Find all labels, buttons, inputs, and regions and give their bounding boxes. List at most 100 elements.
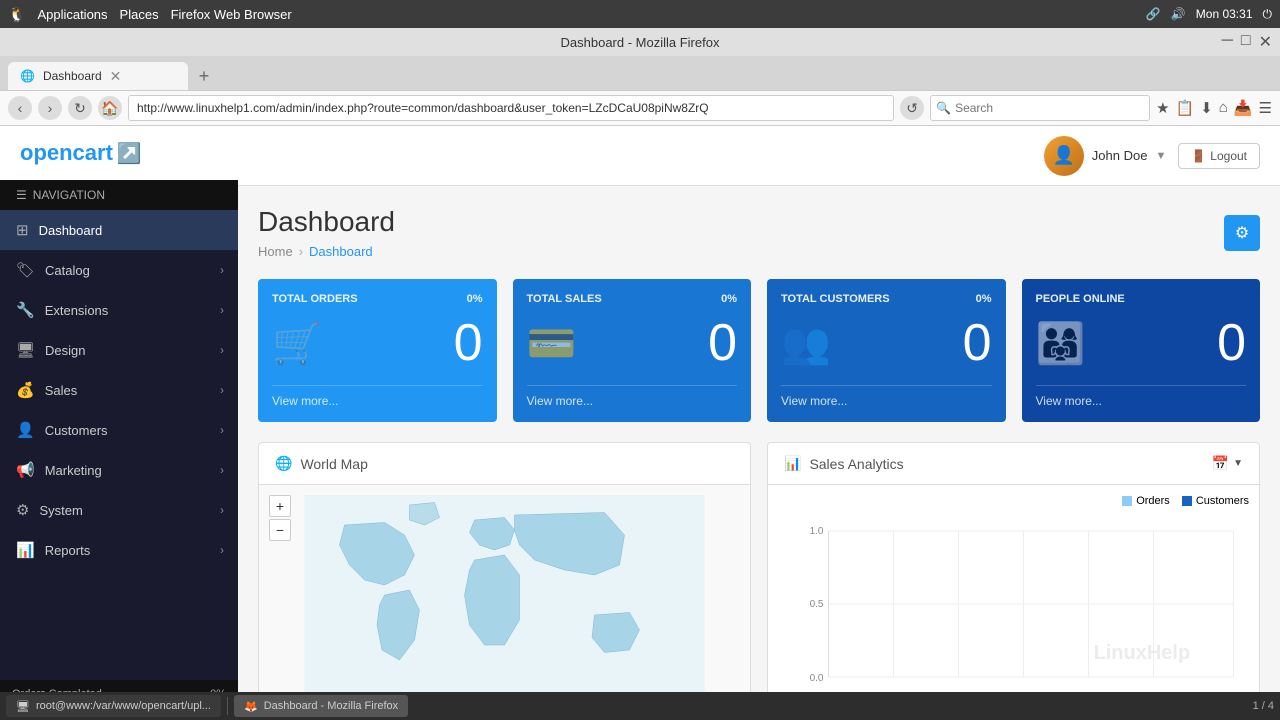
firefox-icon: 🦊 bbox=[244, 700, 258, 713]
reload-button[interactable]: ↺ bbox=[900, 96, 924, 120]
stat-card-total-orders-body: 🛒 0 bbox=[272, 313, 483, 373]
catalog-arrow-icon: › bbox=[220, 263, 224, 277]
stat-card-total-orders-header: TOTAL ORDERS 0% bbox=[272, 293, 483, 305]
sidebar-item-label-design: Design bbox=[45, 343, 85, 358]
world-map-svg bbox=[269, 495, 740, 695]
browser-tab-dashboard[interactable]: 🌐 Dashboard ✕ bbox=[8, 62, 188, 90]
breadcrumb-home[interactable]: Home bbox=[258, 244, 293, 259]
address-bar: ‹ › ↻ 🏠 ↺ 🔍 ★ 📋 ⬇ ⌂ 📥 ☰ bbox=[0, 90, 1280, 126]
people-online-icon: 👨‍👩‍👧 bbox=[1036, 320, 1086, 367]
legend-orders: Orders bbox=[1122, 495, 1170, 507]
customers-icon: 👤 bbox=[16, 421, 35, 439]
close-button[interactable]: ✕ bbox=[1259, 32, 1272, 52]
user-name: John Doe bbox=[1092, 148, 1148, 163]
sidebar-item-marketing[interactable]: 📢 Marketing › bbox=[0, 450, 238, 490]
total-customers-label: TOTAL CUSTOMERS bbox=[781, 293, 890, 305]
sidebar-logo: opencart ↗️ bbox=[0, 126, 238, 180]
chart-header-right: 📅 ▼ bbox=[1212, 455, 1243, 472]
page-title-section: Dashboard Home › Dashboard bbox=[258, 206, 411, 259]
tab-close-button[interactable]: ✕ bbox=[110, 68, 122, 85]
home-icon[interactable]: ⌂ bbox=[1219, 99, 1228, 117]
people-online-view-more[interactable]: View more... bbox=[1036, 385, 1247, 408]
cart-icon: 🛒 bbox=[272, 320, 322, 367]
os-logo-icon: 🐧 bbox=[8, 6, 25, 23]
sidebar-item-extensions[interactable]: 🔧 Extensions › bbox=[0, 290, 238, 330]
pocket-icon[interactable]: 📥 bbox=[1234, 99, 1253, 117]
back-button[interactable]: ‹ bbox=[8, 96, 32, 120]
new-tab-button[interactable]: + bbox=[190, 62, 218, 90]
sales-icon: 💰 bbox=[16, 381, 35, 399]
map-zoom-in-button[interactable]: + bbox=[269, 495, 291, 517]
svg-text:0.5: 0.5 bbox=[810, 599, 824, 610]
breadcrumb-current: Dashboard bbox=[309, 244, 373, 259]
card-icon: 💳 bbox=[527, 320, 577, 367]
maximize-button[interactable]: □ bbox=[1241, 32, 1251, 52]
breadcrumb-separator: › bbox=[299, 244, 303, 259]
logo-icon: ↗️ bbox=[117, 141, 142, 166]
tab-bar: 🌐 Dashboard ✕ + bbox=[0, 56, 1280, 90]
sidebar: opencart ↗️ ☰ NAVIGATION ⊞ Dashboard 🏷 C… bbox=[0, 126, 238, 720]
sidebar-item-sales[interactable]: 💰 Sales › bbox=[0, 370, 238, 410]
map-zoom-out-button[interactable]: − bbox=[269, 519, 291, 541]
search-wrapper: 🔍 bbox=[930, 95, 1150, 121]
sidebar-item-dashboard[interactable]: ⊞ Dashboard bbox=[0, 210, 238, 250]
url-field[interactable] bbox=[128, 95, 894, 121]
minimize-button[interactable]: ─ bbox=[1222, 32, 1233, 52]
calendar-icon[interactable]: 📅 bbox=[1212, 455, 1229, 472]
os-time: Mon 03:31 bbox=[1196, 7, 1253, 21]
chart-legend: Orders Customers bbox=[1122, 495, 1249, 507]
calendar-dropdown-icon[interactable]: ▼ bbox=[1233, 458, 1243, 469]
home-button[interactable]: 🏠 bbox=[98, 96, 122, 120]
customers-arrow-icon: › bbox=[220, 423, 224, 437]
legend-orders-label: Orders bbox=[1136, 495, 1170, 507]
page-header: Dashboard Home › Dashboard ⚙ bbox=[258, 206, 1260, 259]
app-header: 👤 John Doe ▼ 🚪 Logout bbox=[238, 126, 1280, 186]
terminal-icon: 🖥 bbox=[16, 700, 30, 713]
reports-icon: 📊 bbox=[16, 541, 35, 559]
people-online-label: PEOPLE ONLINE bbox=[1036, 293, 1125, 305]
taskbar-item-firefox[interactable]: 🦊 Dashboard - Mozilla Firefox bbox=[234, 695, 408, 717]
menu-icon[interactable]: ☰ bbox=[1259, 99, 1272, 117]
stat-card-people-online-body: 👨‍👩‍👧 0 bbox=[1036, 313, 1247, 373]
page-indicator: 1 / 4 bbox=[1253, 700, 1274, 712]
main-content: 👤 John Doe ▼ 🚪 Logout Dashboard Home › D… bbox=[238, 126, 1280, 720]
sales-analytics-body: Orders Customers 1.0 bbox=[768, 485, 1259, 689]
taskbar-item-terminal[interactable]: 🖥 root@www:/var/www/opencart/upl... bbox=[6, 695, 221, 717]
nav-header: ☰ NAVIGATION bbox=[0, 180, 238, 210]
stat-card-total-customers-header: TOTAL CUSTOMERS 0% bbox=[781, 293, 992, 305]
sidebar-item-design[interactable]: 🖥 Design › bbox=[0, 330, 238, 370]
reader-icon[interactable]: 📋 bbox=[1176, 99, 1195, 117]
sidebar-item-label-dashboard: Dashboard bbox=[39, 223, 103, 238]
sidebar-item-reports[interactable]: 📊 Reports › bbox=[0, 530, 238, 570]
extensions-icon: 🔧 bbox=[16, 301, 35, 319]
stat-card-total-sales-header: TOTAL SALES 0% bbox=[527, 293, 738, 305]
sales-analytics-panel: 📊 Sales Analytics 📅 ▼ Orders bbox=[767, 442, 1260, 709]
total-orders-view-more[interactable]: View more... bbox=[272, 385, 483, 408]
window-controls[interactable]: ─ □ ✕ bbox=[1222, 32, 1272, 52]
search-input[interactable] bbox=[930, 95, 1150, 121]
taskbar-separator bbox=[227, 697, 228, 715]
bottom-row: 🌐 World Map + − bbox=[258, 442, 1260, 709]
total-orders-value: 0 bbox=[454, 313, 483, 373]
sidebar-item-catalog[interactable]: 🏷 Catalog › bbox=[0, 250, 238, 290]
settings-button[interactable]: ⚙ bbox=[1224, 215, 1260, 251]
os-places[interactable]: Places bbox=[120, 7, 159, 22]
sales-analytics-panel-header: 📊 Sales Analytics 📅 ▼ bbox=[768, 443, 1259, 485]
total-orders-pct: 0% bbox=[467, 293, 483, 305]
total-sales-value: 0 bbox=[708, 313, 737, 373]
download-icon[interactable]: ⬇ bbox=[1200, 99, 1213, 117]
sidebar-item-customers[interactable]: 👤 Customers › bbox=[0, 410, 238, 450]
os-applications[interactable]: Applications bbox=[37, 7, 107, 22]
sidebar-item-system[interactable]: ⚙ System › bbox=[0, 490, 238, 530]
user-dropdown-icon[interactable]: ▼ bbox=[1155, 150, 1166, 162]
svg-text:LinuxHelp: LinuxHelp bbox=[1094, 642, 1191, 664]
total-sales-view-more[interactable]: View more... bbox=[527, 385, 738, 408]
forward-button[interactable]: › bbox=[38, 96, 62, 120]
total-customers-view-more[interactable]: View more... bbox=[781, 385, 992, 408]
refresh-button[interactable]: ↻ bbox=[68, 96, 92, 120]
sidebar-item-label-system: System bbox=[39, 503, 82, 518]
os-browser-name[interactable]: Firefox Web Browser bbox=[171, 7, 292, 22]
browser-title-bar: Dashboard - Mozilla Firefox ─ □ ✕ bbox=[0, 28, 1280, 56]
logout-button[interactable]: 🚪 Logout bbox=[1178, 143, 1260, 169]
bookmark-icon[interactable]: ★ bbox=[1156, 99, 1169, 117]
